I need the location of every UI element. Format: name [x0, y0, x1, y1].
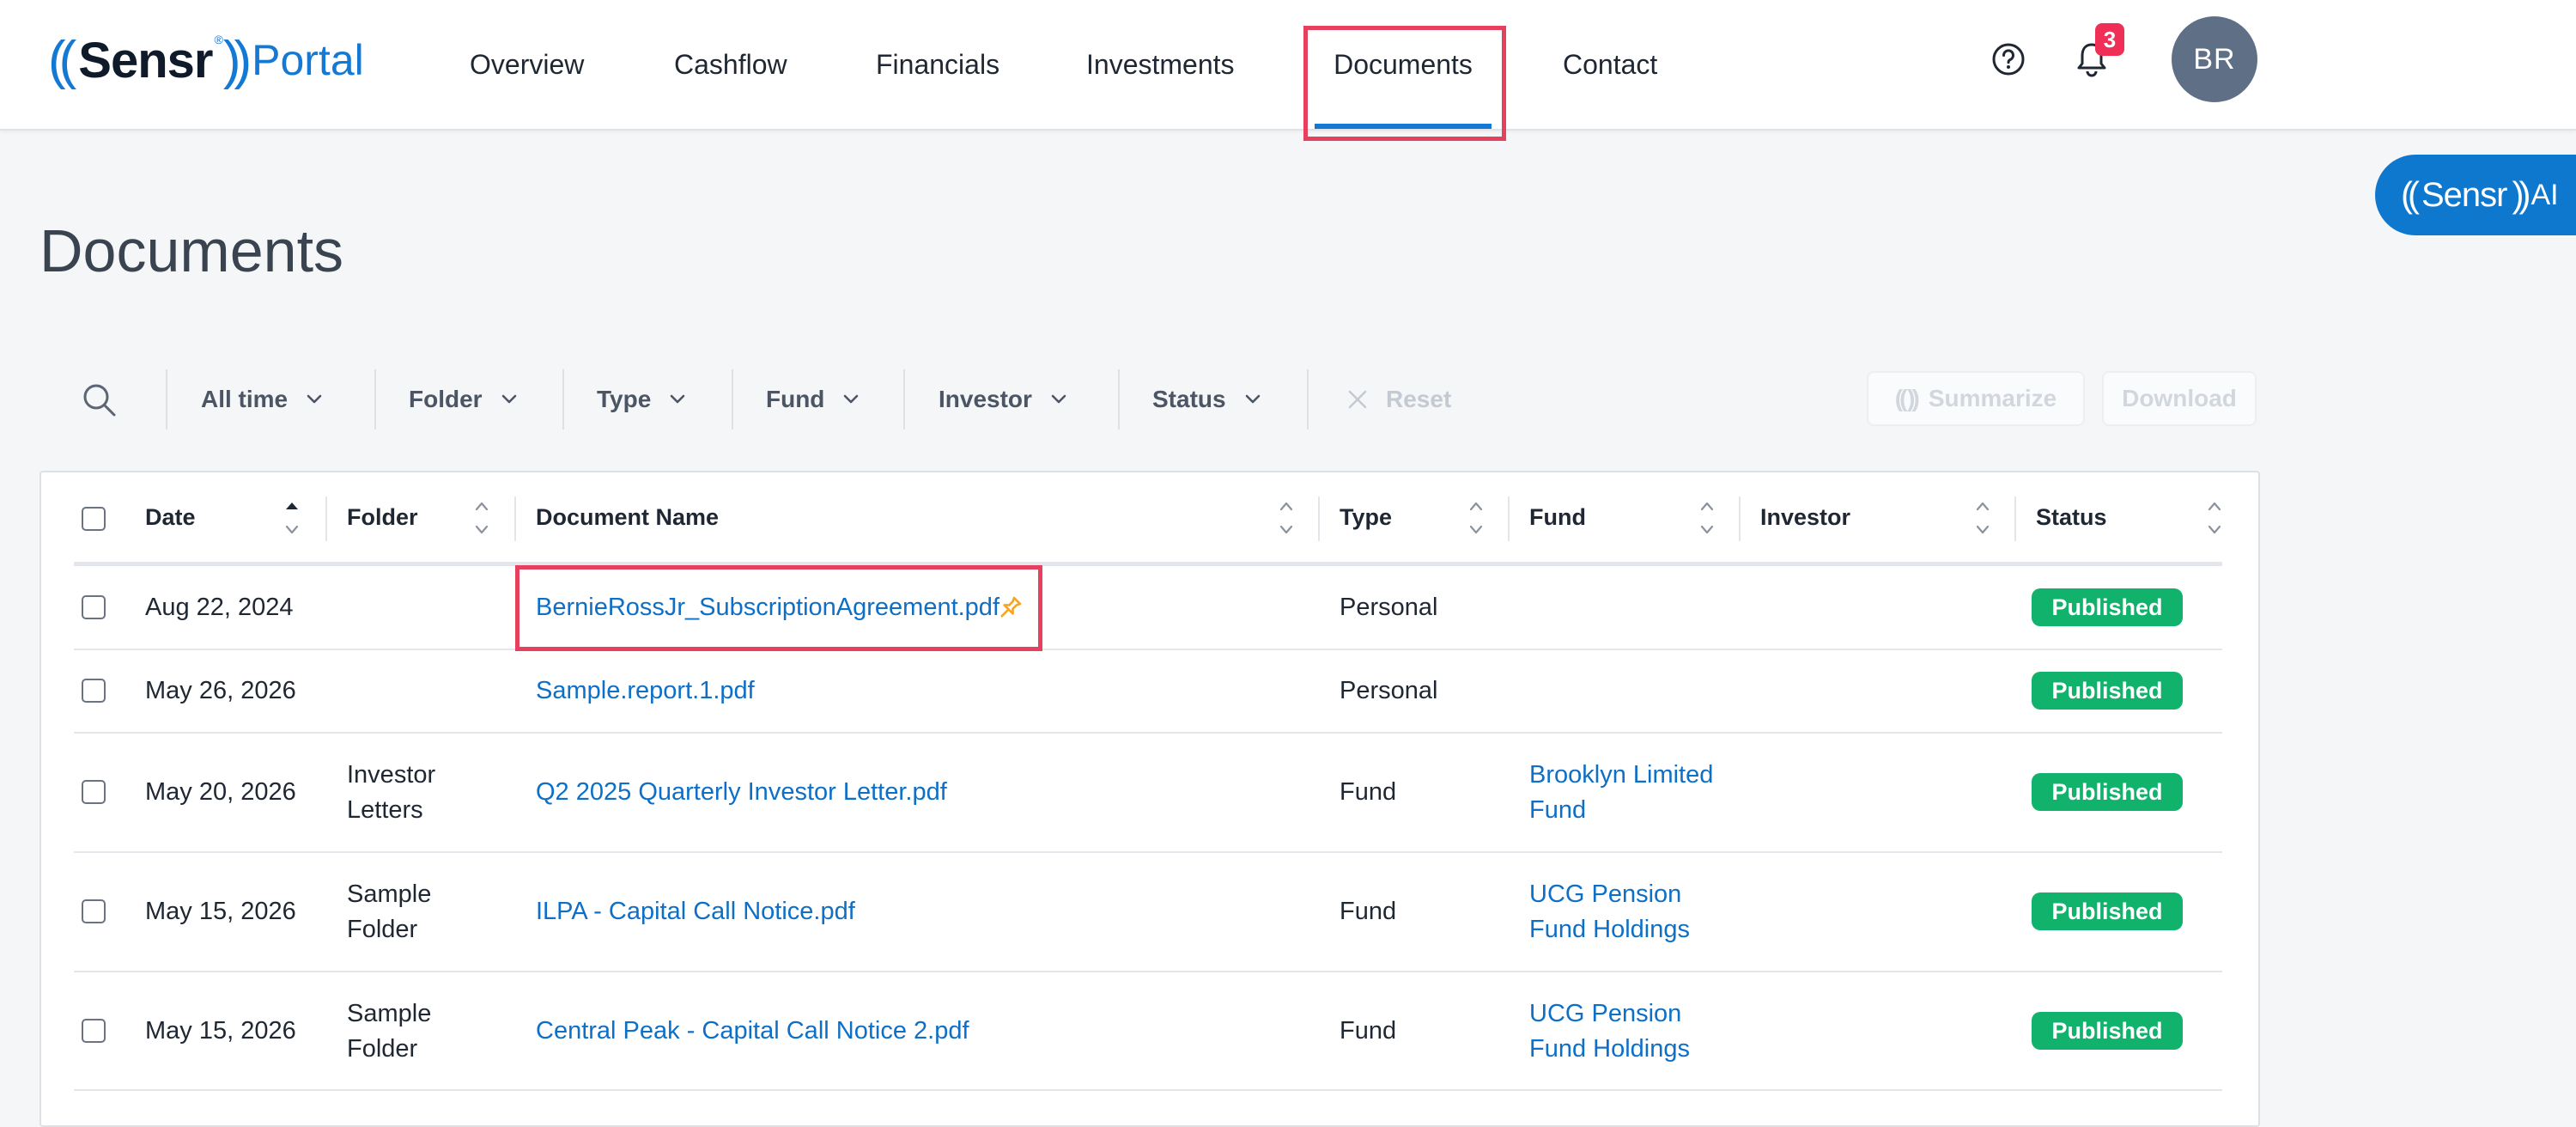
download-button[interactable]: Download [2102, 371, 2257, 426]
row-checkbox[interactable] [82, 899, 106, 923]
status-badge: Published [2032, 1012, 2183, 1050]
row-divider [74, 851, 2222, 853]
column-header-date[interactable]: Date [145, 471, 196, 564]
column-divider [1508, 496, 1510, 541]
column-divider [325, 496, 327, 541]
nav-contact[interactable]: Contact [1563, 0, 1657, 129]
chevron-down-icon [1051, 394, 1066, 404]
row-date: Aug 22, 2024 [145, 594, 294, 621]
status-badge: Published [2032, 588, 2183, 626]
sort-icon[interactable] [2205, 498, 2224, 538]
chevron-down-icon [501, 394, 516, 404]
filter-type[interactable]: Type [597, 369, 685, 429]
table-header-divider [74, 562, 2222, 566]
filter-divider [732, 369, 733, 429]
notification-count-badge: 3 [2095, 23, 2124, 56]
row-checkbox[interactable] [82, 595, 106, 619]
chevron-down-icon [1245, 394, 1260, 404]
nav-cashflow[interactable]: Cashflow [674, 0, 787, 129]
column-header-folder[interactable]: Folder [347, 471, 418, 564]
row-date: May 15, 2026 [145, 1017, 296, 1045]
help-icon[interactable] [1990, 41, 2026, 77]
sort-icon[interactable] [1973, 498, 1992, 538]
top-header: (( Sensr ® )) Portal Overview Cashflow F… [0, 0, 2576, 131]
column-divider [1739, 496, 1741, 541]
filter-investor[interactable]: Investor [939, 369, 1066, 429]
user-avatar[interactable]: BR [2172, 16, 2257, 102]
column-header-fund[interactable]: Fund [1529, 471, 1586, 564]
filter-status[interactable]: Status [1152, 369, 1261, 429]
row-checkbox[interactable] [82, 780, 106, 804]
fund-link[interactable]: Brooklyn Limited Fund [1529, 758, 1713, 828]
filter-divider [903, 369, 905, 429]
column-divider [2014, 496, 2016, 541]
reset-filters-button[interactable]: Reset [1346, 369, 1451, 429]
row-date: May 26, 2026 [145, 677, 296, 704]
column-divider [1318, 496, 1320, 541]
chevron-down-icon [844, 394, 859, 404]
row-date: May 15, 2026 [145, 898, 296, 925]
document-link[interactable]: Central Peak - Capital Call Notice 2.pdf [536, 1014, 969, 1049]
column-header-investor[interactable]: Investor [1760, 471, 1850, 564]
status-badge: Published [2032, 773, 2183, 811]
row-divider [74, 1089, 2222, 1091]
filter-fund[interactable]: Fund [766, 369, 859, 429]
nav-overview[interactable]: Overview [470, 0, 584, 129]
sensr-ai-button[interactable]: (( Sensr )) AI [2375, 155, 2576, 235]
document-link[interactable]: Q2 2025 Quarterly Investor Letter.pdf [536, 775, 947, 810]
column-divider [514, 496, 516, 541]
filter-divider [1307, 369, 1309, 429]
row-type: Fund [1340, 898, 1397, 925]
column-header-status[interactable]: Status [2036, 471, 2107, 564]
filter-divider [166, 369, 167, 429]
summarize-button[interactable]: (( )) Summarize [1867, 371, 2085, 426]
filter-divider [1118, 369, 1120, 429]
pin-icon[interactable] [996, 594, 1024, 622]
chevron-down-icon [307, 394, 322, 404]
nav-investments[interactable]: Investments [1086, 0, 1235, 129]
close-icon [1348, 390, 1367, 409]
chevron-down-icon [670, 394, 685, 404]
column-header-document-name[interactable]: Document Name [536, 471, 719, 564]
row-checkbox[interactable] [82, 679, 106, 703]
nav-financials[interactable]: Financials [876, 0, 999, 129]
row-folder: Sample Folder [347, 1000, 432, 1063]
page-title: Documents [39, 217, 344, 284]
sort-icon[interactable] [1277, 498, 1296, 538]
document-link[interactable]: Sample.report.1.pdf [536, 673, 755, 709]
row-divider [74, 732, 2222, 734]
select-all-checkbox[interactable] [82, 507, 106, 531]
sort-ascending-icon[interactable] [283, 498, 301, 538]
row-divider [74, 971, 2222, 972]
row-divider [74, 649, 2222, 650]
row-checkbox[interactable] [82, 1019, 106, 1043]
row-type: Fund [1340, 778, 1397, 806]
row-type: Personal [1340, 594, 1438, 621]
nav-documents[interactable]: Documents [1315, 0, 1492, 129]
row-date: May 20, 2026 [145, 778, 296, 806]
search-icon[interactable] [81, 381, 118, 419]
document-link[interactable]: ILPA - Capital Call Notice.pdf [536, 894, 855, 929]
status-badge: Published [2032, 892, 2183, 930]
fund-link[interactable]: UCG Pension Fund Holdings [1529, 877, 1690, 947]
fund-link[interactable]: UCG Pension Fund Holdings [1529, 996, 1690, 1067]
sort-icon[interactable] [472, 498, 491, 538]
sensr-mark-icon: (( )) [1894, 385, 1920, 411]
sensr-portal-logo[interactable]: (( Sensr ® )) Portal [48, 26, 364, 94]
status-badge: Published [2032, 672, 2183, 710]
filter-date-range[interactable]: All time [201, 369, 322, 429]
filter-divider [374, 369, 376, 429]
row-folder: Investor Letters [347, 761, 436, 824]
row-type: Fund [1340, 1017, 1397, 1045]
column-header-type[interactable]: Type [1340, 471, 1392, 564]
filter-divider [562, 369, 564, 429]
filter-folder[interactable]: Folder [409, 369, 517, 429]
row-type: Personal [1340, 677, 1438, 704]
sort-icon[interactable] [1467, 498, 1485, 538]
document-link[interactable]: BernieRossJr_SubscriptionAgreement.pdf [536, 590, 999, 625]
sort-icon[interactable] [1698, 498, 1716, 538]
row-folder: Sample Folder [347, 880, 432, 943]
